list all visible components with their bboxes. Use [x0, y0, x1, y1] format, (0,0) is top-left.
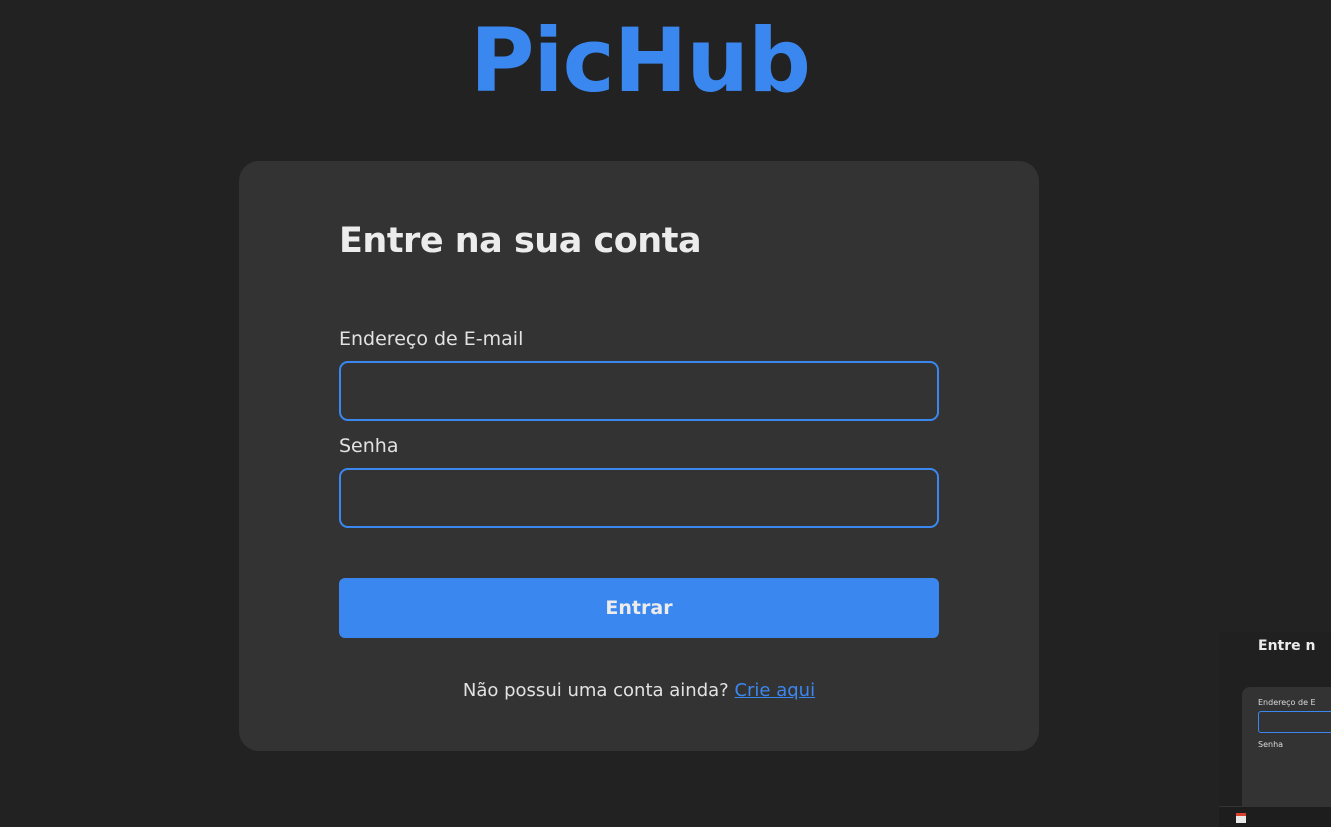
signup-link[interactable]: Crie aqui: [734, 680, 815, 701]
login-heading: Entre na sua conta: [339, 221, 702, 261]
email-field[interactable]: [339, 361, 939, 421]
app-icon[interactable]: [1236, 813, 1246, 823]
brand-logo-title: PicHub: [469, 9, 811, 112]
login-card: Entre na sua conta Endereço de E-mail Se…: [239, 161, 1039, 751]
preview-email-field: [1258, 711, 1331, 733]
preview-taskbar: [1219, 806, 1331, 827]
preview-email-label: Endereço de E: [1258, 698, 1316, 707]
signup-prompt: Não possui uma conta ainda? Crie aqui: [239, 679, 1039, 703]
email-label: Endereço de E-mail: [339, 328, 524, 350]
preview-heading: Entre n: [1258, 638, 1316, 654]
password-field[interactable]: [339, 468, 939, 528]
page-preview-thumbnail[interactable]: Entre n Endereço de E Senha: [1219, 632, 1331, 827]
preview-password-label: Senha: [1258, 740, 1284, 749]
password-label: Senha: [339, 435, 399, 457]
signup-prompt-text: Não possui uma conta ainda?: [462, 680, 729, 701]
login-button[interactable]: Entrar: [339, 578, 939, 638]
